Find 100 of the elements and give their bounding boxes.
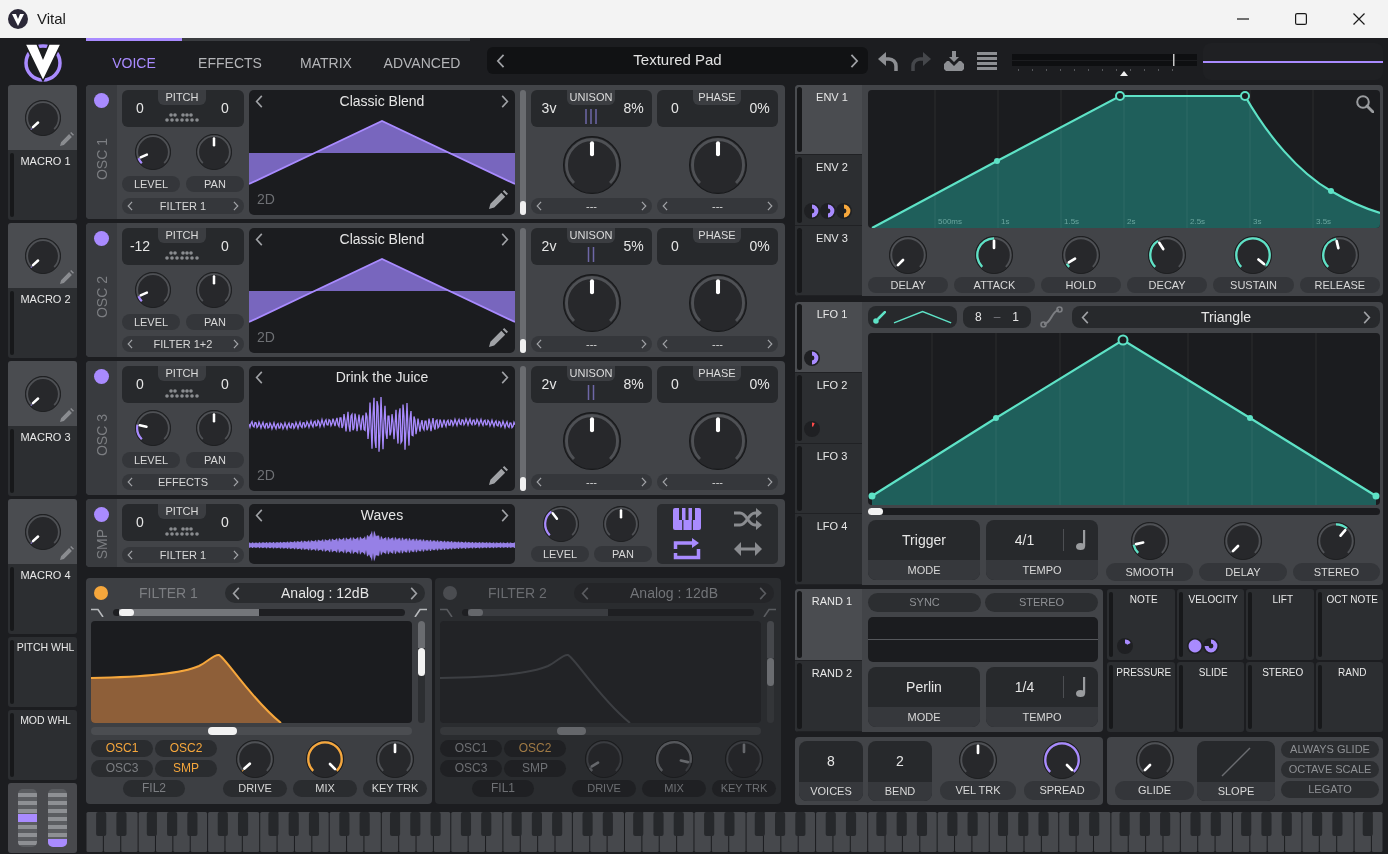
maximize-icon[interactable] bbox=[1295, 13, 1307, 25]
shape-selector[interactable]: Triangle bbox=[1072, 306, 1380, 328]
detune-value[interactable]: 8% bbox=[623, 374, 644, 395]
toggle-button[interactable]: ALWAYS GLIDE bbox=[1281, 741, 1379, 758]
chevron-right-icon[interactable] bbox=[641, 477, 647, 487]
chevron-right-icon[interactable] bbox=[767, 201, 773, 211]
chevron-right-icon[interactable] bbox=[767, 477, 773, 487]
source-tab[interactable]: ENV 2 bbox=[795, 155, 862, 226]
modulation-source[interactable]: PITCH WHL bbox=[8, 637, 77, 707]
selector[interactable]: --- bbox=[531, 336, 652, 352]
destination-selector[interactable]: FILTER 1 bbox=[122, 198, 244, 214]
rotary-knob[interactable] bbox=[1043, 741, 1081, 779]
modulation-source[interactable]: LIFT bbox=[1246, 589, 1314, 660]
phase-amount[interactable]: 0% bbox=[749, 236, 770, 257]
chevron-right-icon[interactable] bbox=[410, 586, 418, 600]
chevron-right-icon[interactable] bbox=[233, 477, 239, 487]
voices-value[interactable]: 2v bbox=[541, 236, 557, 257]
tune-value[interactable]: 0 bbox=[221, 512, 229, 533]
chevron-left-icon[interactable] bbox=[255, 232, 263, 246]
chevron-right-icon[interactable] bbox=[641, 339, 647, 349]
drag-handle[interactable] bbox=[797, 304, 802, 370]
grid-size-control[interactable]: 8 – 1 bbox=[963, 306, 1031, 328]
source-tab[interactable]: LFO 2 bbox=[795, 372, 862, 444]
slider-thumb[interactable] bbox=[520, 477, 526, 491]
download-icon[interactable] bbox=[944, 51, 964, 71]
number-box[interactable]: 8 VOICES bbox=[799, 741, 863, 801]
grid-x-value[interactable]: 8 bbox=[975, 308, 982, 326]
menu-icon[interactable] bbox=[977, 52, 997, 70]
mode-box[interactable]: Trigger MODE bbox=[868, 520, 980, 580]
pencil-icon[interactable] bbox=[489, 466, 508, 485]
chevron-right-icon[interactable] bbox=[501, 232, 509, 246]
transpose-value[interactable]: 0 bbox=[136, 374, 144, 395]
rotary-knob[interactable] bbox=[1320, 236, 1359, 274]
rotary-knob[interactable] bbox=[134, 134, 171, 170]
rotary-knob[interactable] bbox=[975, 236, 1014, 274]
chevron-left-icon[interactable] bbox=[255, 370, 263, 384]
wheel-slider[interactable] bbox=[18, 789, 37, 847]
slider-thumb[interactable] bbox=[868, 508, 883, 515]
curve-point[interactable] bbox=[1247, 415, 1253, 421]
drag-handle[interactable] bbox=[797, 87, 802, 153]
selector[interactable]: --- bbox=[531, 474, 652, 490]
slider-thumb[interactable] bbox=[207, 727, 237, 735]
frame-slider[interactable] bbox=[520, 366, 526, 491]
input-toggle[interactable]: OSC2 bbox=[155, 740, 217, 757]
brush-icon[interactable] bbox=[873, 310, 886, 324]
chevron-left-icon[interactable] bbox=[496, 53, 505, 68]
chevron-left-icon[interactable] bbox=[255, 94, 263, 108]
s-curve-icon[interactable] bbox=[1040, 306, 1063, 328]
chevron-left-icon[interactable] bbox=[536, 201, 542, 211]
modulation-source[interactable]: OCT NOTE bbox=[1315, 589, 1383, 660]
chevron-left-icon[interactable] bbox=[662, 477, 668, 487]
chevron-right-icon[interactable] bbox=[850, 53, 859, 68]
chevron-left-icon[interactable] bbox=[536, 339, 542, 349]
selector[interactable]: --- bbox=[657, 198, 778, 214]
curve-point[interactable] bbox=[1372, 492, 1380, 500]
source-tab[interactable]: RAND 2 bbox=[795, 660, 862, 732]
close-icon[interactable] bbox=[1353, 13, 1365, 25]
shape-preview[interactable] bbox=[868, 306, 957, 328]
number-value[interactable]: 8 bbox=[827, 751, 835, 772]
chevron-left-icon[interactable] bbox=[536, 477, 542, 487]
detune-value[interactable]: 8% bbox=[623, 98, 644, 119]
phase-amount[interactable]: 0% bbox=[749, 374, 770, 395]
curve-point[interactable] bbox=[1328, 188, 1334, 194]
preset-name[interactable]: Textured Pad bbox=[633, 49, 722, 72]
rotary-knob[interactable] bbox=[134, 410, 171, 446]
source-tab[interactable]: ENV 1 bbox=[795, 85, 862, 156]
loop-icon[interactable] bbox=[673, 538, 702, 560]
slider-thumb[interactable] bbox=[118, 608, 134, 616]
pencil-icon[interactable] bbox=[489, 328, 508, 347]
chevron-right-icon[interactable] bbox=[1363, 310, 1371, 324]
chevron-right-icon[interactable] bbox=[233, 201, 239, 211]
resonance-slider[interactable] bbox=[418, 621, 425, 723]
input-toggle[interactable]: SMP bbox=[155, 760, 217, 777]
wavetable-name[interactable]: Classic Blend bbox=[339, 228, 425, 250]
slider-thumb[interactable] bbox=[767, 658, 774, 686]
drag-handle[interactable] bbox=[797, 227, 802, 293]
undo-icon[interactable] bbox=[878, 51, 898, 71]
destination-selector[interactable]: EFFECTS bbox=[122, 474, 244, 490]
rotary-knob[interactable] bbox=[1148, 236, 1187, 274]
slider-thumb[interactable] bbox=[556, 727, 586, 735]
chevron-right-icon[interactable] bbox=[501, 508, 509, 522]
curve-point[interactable] bbox=[868, 492, 876, 500]
wavetable-display[interactable]: Waves bbox=[249, 504, 515, 564]
chevron-left-icon[interactable] bbox=[127, 201, 133, 211]
modulation-source[interactable]: MOD WHL bbox=[8, 710, 77, 780]
curve-point[interactable] bbox=[1115, 91, 1125, 101]
wavetable-name[interactable]: Waves bbox=[360, 504, 404, 526]
rotary-knob[interactable] bbox=[1061, 236, 1100, 274]
chevron-left-icon[interactable] bbox=[127, 477, 133, 487]
drag-handle[interactable] bbox=[797, 374, 802, 441]
chevron-left-icon[interactable] bbox=[1081, 310, 1089, 324]
cutoff-slider[interactable] bbox=[91, 727, 412, 735]
frame-slider[interactable] bbox=[520, 90, 526, 215]
detune-value[interactable]: 5% bbox=[623, 236, 644, 257]
rotary-knob[interactable] bbox=[1234, 236, 1273, 274]
wavetable-name[interactable]: Drink the Juice bbox=[335, 366, 429, 388]
rotary-knob[interactable] bbox=[1130, 522, 1169, 560]
input-toggle[interactable]: OSC2 bbox=[504, 740, 566, 757]
chevron-right-icon[interactable] bbox=[233, 550, 239, 560]
phase-amount[interactable]: 0% bbox=[749, 98, 770, 119]
